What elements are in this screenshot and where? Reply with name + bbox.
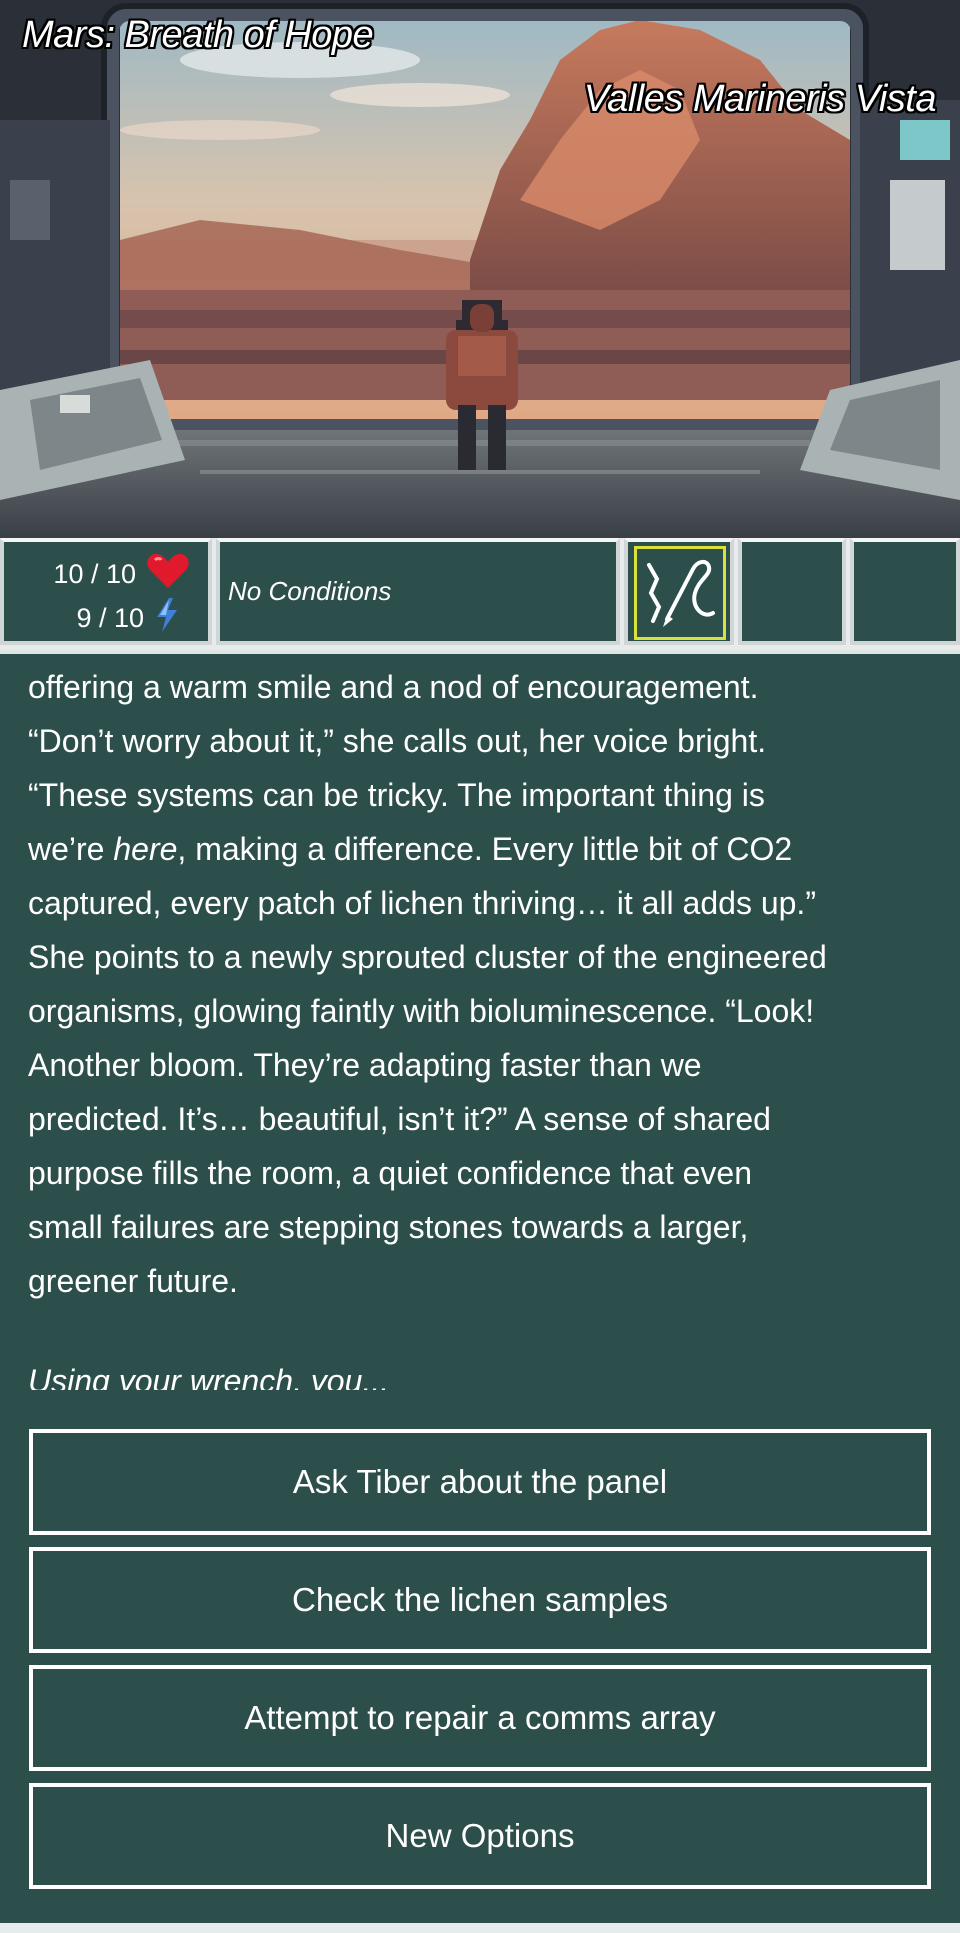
emphasis-text: here: [113, 831, 178, 867]
story-line: purpose fills the room, a quiet confiden…: [28, 1155, 752, 1191]
stats-panel: 10 / 10 9 / 10: [0, 538, 212, 645]
story-line: “Don’t worry about it,” she calls out, h…: [28, 723, 767, 759]
energy-value: 9 / 10: [76, 603, 144, 633]
story-line: captured, every patch of lichen thriving…: [28, 885, 816, 921]
lightning-icon: [154, 597, 180, 640]
health-value: 10 / 10: [53, 559, 136, 589]
tool-slot-3[interactable]: [850, 538, 960, 645]
status-bar: 10 / 10 9 / 10 No Conditions: [0, 538, 960, 650]
bottom-border: [0, 1923, 960, 1933]
energy-stat: 9 / 10: [76, 597, 180, 640]
choice-prompt: Using your wrench, you...: [28, 1363, 390, 1390]
story-line: “These systems can be tricky. The import…: [28, 777, 765, 813]
conditions-text: No Conditions: [228, 576, 392, 606]
tool-slot-1[interactable]: [624, 538, 734, 645]
health-stat: 10 / 10: [53, 552, 190, 597]
new-options-button[interactable]: New Options: [29, 1783, 931, 1889]
story-line: we’re here, making a difference. Every l…: [28, 831, 793, 867]
selected-tool-frame[interactable]: [634, 546, 726, 640]
choice-button-repair-comms[interactable]: Attempt to repair a comms array: [29, 1665, 931, 1771]
game-screen: Mars: Breath of Hope Valles Marineris Vi…: [0, 0, 960, 1933]
scene-illustration: Mars: Breath of Hope Valles Marineris Vi…: [0, 0, 960, 538]
pen-tool-icon: [647, 560, 715, 627]
story-text: offering a warm smile and a nod of encou…: [0, 650, 960, 1390]
game-title: Mars: Breath of Hope: [22, 14, 374, 56]
heart-icon: [146, 552, 190, 597]
story-line: Another bloom. They’re adapting faster t…: [28, 1047, 702, 1083]
choice-button-check-lichen[interactable]: Check the lichen samples: [29, 1547, 931, 1653]
story-line: offering a warm smile and a nod of encou…: [28, 669, 759, 705]
story-line: She points to a newly sprouted cluster o…: [28, 939, 827, 975]
conditions-panel: No Conditions: [216, 538, 620, 645]
choice-button-ask-tiber[interactable]: Ask Tiber about the panel: [29, 1429, 931, 1535]
location-title: Valles Marineris Vista: [583, 78, 937, 120]
story-line: organisms, glowing faintly with biolumin…: [28, 993, 815, 1029]
story-line: predicted. It’s… beautiful, isn’t it?” A…: [28, 1101, 771, 1137]
tool-slot-2[interactable]: [738, 538, 846, 645]
story-line: small failures are stepping stones towar…: [28, 1209, 749, 1245]
story-line: greener future.: [28, 1263, 238, 1299]
